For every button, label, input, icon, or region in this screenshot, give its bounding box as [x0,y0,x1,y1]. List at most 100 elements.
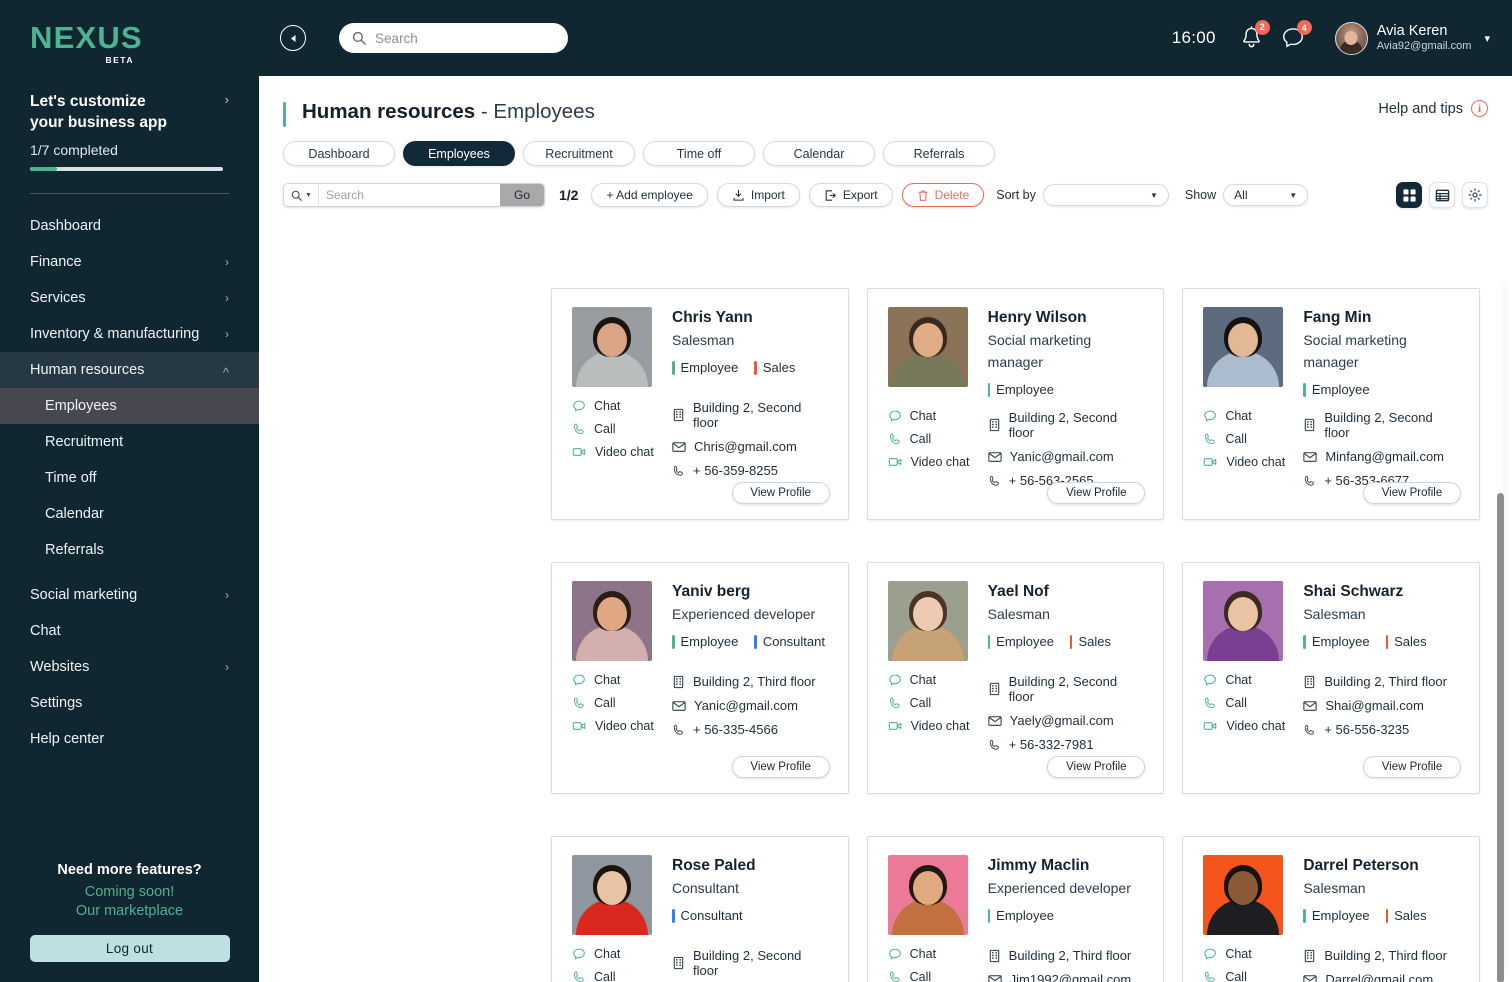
employee-card[interactable]: Shai Schwarz Salesman Employee Sales Chat Cal… [1182,562,1480,794]
notifications-button[interactable]: 2 [1240,19,1270,51]
export-button[interactable]: Export [808,183,893,207]
video-chat-action[interactable]: Video chat [572,719,654,733]
add-employee-button[interactable]: + Add employee [591,183,708,207]
view-profile-button[interactable]: View Profile [731,482,830,504]
employee-card[interactable]: Chris Yann Salesman Employee Sales Chat Call V… [551,288,849,520]
marketplace-link[interactable]: Our marketplace [76,903,183,919]
coming-soon-text[interactable]: Coming soon! Our marketplace [0,883,259,921]
sidebar-item-services[interactable]: Services › [0,280,259,316]
video-chat-action[interactable]: Video chat [1203,719,1285,733]
view-profile-button[interactable]: View Profile [1362,756,1461,778]
sidebar-item-websites[interactable]: Websites › [0,649,259,685]
employee-card[interactable]: Fang Min Social marketing manager Employee… [1182,288,1480,520]
call-action[interactable]: Call [572,422,652,436]
list-view-button[interactable] [1429,182,1455,208]
employee-photo [572,581,652,661]
customize-panel[interactable]: Let's customize your business app › 1/7 … [30,91,229,171]
search-input[interactable] [375,30,555,46]
call-action[interactable]: Call [888,970,968,982]
card-body: Chat Call Video chat Building 2, Second flo… [1203,409,1459,488]
sidebar-item-employees[interactable]: Employees [0,388,259,424]
call-action[interactable]: Call [888,432,968,446]
employee-search-box[interactable]: ▼ Go [283,183,545,207]
scrollbar-track[interactable] [1497,281,1508,982]
sidebar-item-calendar[interactable]: Calendar [0,496,259,532]
tab-employees[interactable]: Employees [403,141,515,166]
sidebar-item-time-off[interactable]: Time off [0,460,259,496]
view-profile-button[interactable]: View Profile [1047,756,1146,778]
view-profile-button[interactable]: View Profile [1047,482,1146,504]
employee-card[interactable]: Yael Nof Salesman Employee Sales Chat Call Vid… [866,562,1165,794]
settings-view-button[interactable] [1462,182,1488,208]
grid-view-button[interactable] [1396,182,1422,208]
show-select[interactable]: All ▼ [1223,184,1309,206]
video-chat-action[interactable]: Video chat [572,445,654,459]
video-chat-action[interactable]: Video chat [888,719,970,733]
chat-action[interactable]: Chat [1203,409,1283,423]
sidebar-item-social-marketing[interactable]: Social marketing › [0,577,259,613]
sort-by-select[interactable]: ▼ [1042,184,1169,206]
chat-icon [572,399,586,413]
user-menu[interactable]: Avia Keren Avia92@gmail.com ▾ [1334,21,1490,55]
sidebar-item-help-center[interactable]: Help center [0,721,259,757]
view-profile-button[interactable]: View Profile [731,756,830,778]
sidebar-item-human-resources[interactable]: Human resources ^ [0,352,259,388]
tab-recruitment[interactable]: Recruitment [523,141,635,166]
chevron-right-icon[interactable]: › [225,291,229,305]
employee-search-input[interactable] [318,184,500,206]
sidebar-collapse-button[interactable] [280,25,306,51]
call-action[interactable]: Call [888,696,968,710]
help-and-tips-button[interactable]: Help and tips i [1378,100,1488,117]
video-chat-action[interactable]: Video chat [888,455,970,469]
messages-button[interactable]: 4 [1281,20,1312,50]
delete-button[interactable]: Delete [901,183,985,207]
page-title-light: Employees [493,100,595,123]
chevron-right-icon[interactable]: › [225,660,229,674]
chat-action[interactable]: Chat [1203,673,1283,687]
tab-calendar[interactable]: Calendar [763,141,875,166]
chevron-right-icon[interactable]: › [225,588,229,602]
chat-action[interactable]: Chat [888,673,968,687]
sidebar-item-settings[interactable]: Settings [0,685,259,721]
go-button[interactable]: Go [499,184,544,206]
scrollbar-thumb[interactable] [1497,493,1504,982]
tab-dashboard[interactable]: Dashboard [283,141,395,166]
employee-card[interactable]: Henry Wilson Social marketing manager Empl… [866,288,1165,520]
tab-referrals[interactable]: Referrals [883,141,995,166]
employee-card[interactable]: Rose PaledConsultantConsultantChatCallVi… [551,836,849,982]
chevron-right-icon[interactable]: › [225,91,229,109]
view-profile-button[interactable]: View Profile [1362,482,1461,504]
chevron-right-icon[interactable]: › [225,255,229,269]
call-action[interactable]: Call [1203,696,1283,710]
employee-card[interactable]: Darrel Peterson Salesman Employee Sales Chat… [1182,836,1480,982]
sidebar-item-recruitment[interactable]: Recruitment [0,424,259,460]
chevron-up-icon[interactable]: ^ [223,365,229,380]
global-search[interactable] [339,23,568,53]
toolbar: ▼ Go 1/2 + Add employee Import [259,182,1512,208]
chat-action[interactable]: Chat [1203,947,1283,961]
sidebar-item-chat[interactable]: Chat [0,613,259,649]
chevron-down-icon[interactable]: ▾ [1484,32,1490,45]
import-button[interactable]: Import [716,183,800,207]
employee-card[interactable]: Jimmy Maclin Experienced developer Employe… [866,836,1165,982]
call-action[interactable]: Call [1203,970,1283,982]
chevron-right-icon[interactable]: › [225,327,229,341]
video-chat-action[interactable]: Video chat [1203,455,1285,469]
call-action[interactable]: Call [572,696,652,710]
call-action[interactable]: Call [572,970,652,982]
sidebar-item-referrals[interactable]: Referrals [0,532,259,568]
call-action[interactable]: Call [1203,432,1283,446]
sidebar-item-dashboard[interactable]: Dashboard [0,208,259,244]
sidebar-item-finance[interactable]: Finance › [0,244,259,280]
chat-action[interactable]: Chat [572,399,652,413]
sidebar-item-inventory-manufacturing[interactable]: Inventory & manufacturing › [0,316,259,352]
chat-action[interactable]: Chat [888,409,968,423]
logout-button[interactable]: Log out [29,935,230,962]
chat-action[interactable]: Chat [888,947,968,961]
employee-card[interactable]: Yaniv berg Experienced developer Employee C… [551,562,849,794]
video-camera-icon [888,719,903,733]
chat-action[interactable]: Chat [572,673,652,687]
search-filter-icon[interactable]: ▼ [284,184,319,206]
chat-action[interactable]: Chat [572,947,652,961]
tab-time-off[interactable]: Time off [643,141,755,166]
